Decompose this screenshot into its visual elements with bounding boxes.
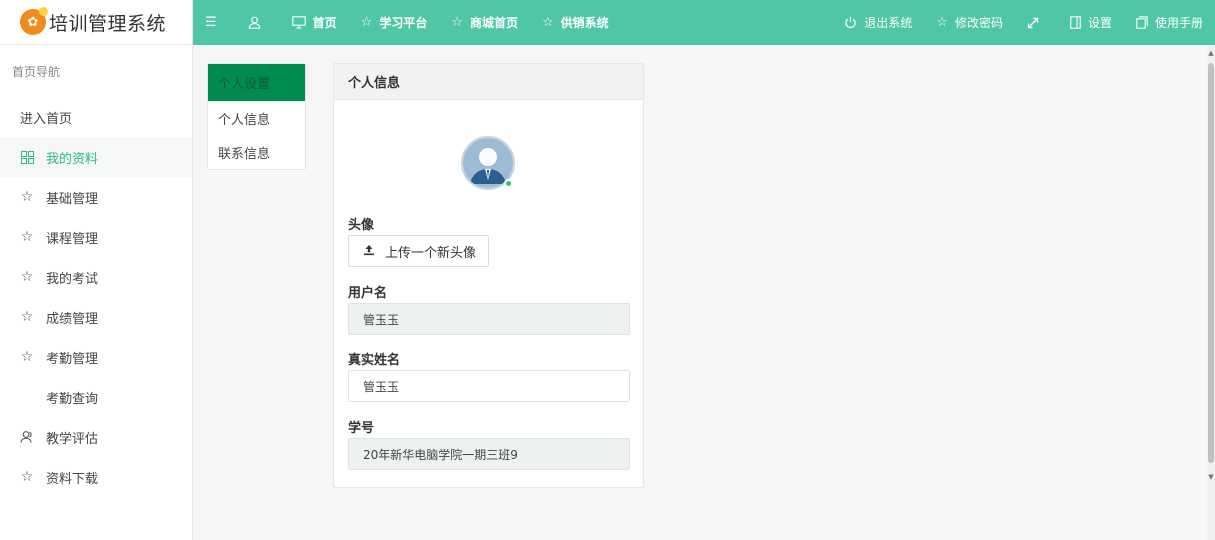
page-scrollbar[interactable]: ▲ ▼ xyxy=(1207,45,1215,540)
main-content: 个人设置 个人信息 联系信息 个人信息 头像 上传一个新头像 用户名 管玉玉 真… xyxy=(193,45,1215,540)
scroll-thumb[interactable] xyxy=(1208,63,1214,463)
sidebar-item-downloads[interactable]: ☆ 资料下载 xyxy=(0,457,192,497)
star-icon: ☆ xyxy=(20,349,34,365)
star-icon: ☆ xyxy=(542,15,554,30)
realname-field[interactable]: 管玉玉 xyxy=(348,370,630,402)
monitor-icon xyxy=(291,16,306,29)
top-navbar: ☰ 首页 ☆ 学习平台 ☆ 商城首页 ☆ 供销系统 退出系统 ☆ 修改密码 设置… xyxy=(193,0,1215,45)
sidebar-item-course-management[interactable]: ☆ 课程管理 xyxy=(0,217,192,257)
username-field[interactable]: 管玉玉 xyxy=(348,303,630,335)
sidebar-item-label: 我的资料 xyxy=(46,151,99,167)
personal-settings-menu: 个人设置 个人信息 联系信息 xyxy=(207,63,306,170)
upload-icon xyxy=(363,244,375,259)
student-id-field[interactable]: 20年新华电脑学院一期三班9 xyxy=(348,438,630,470)
app-logo[interactable]: ✿ 培训管理系统 xyxy=(0,0,192,45)
top-nav-right: 退出系统 ☆ 修改密码 设置 使用手册 xyxy=(832,0,1215,45)
sidebar-item-label: 考勤管理 xyxy=(46,351,99,367)
user-button[interactable] xyxy=(236,0,280,45)
top-nav-label: 商城首页 xyxy=(470,16,519,30)
power-icon xyxy=(844,16,857,29)
settings-button[interactable]: 设置 xyxy=(1058,0,1124,45)
star-icon: ☆ xyxy=(20,269,34,285)
top-nav-label: 退出系统 xyxy=(864,16,913,30)
scroll-up-icon[interactable]: ▲ xyxy=(1207,49,1215,57)
star-icon: ☆ xyxy=(936,15,948,30)
personal-info-panel: 个人信息 头像 上传一个新头像 用户名 管玉玉 真实姓名 管玉玉 学号 20年新… xyxy=(333,63,644,488)
star-icon: ☆ xyxy=(20,309,34,325)
top-nav-label: 使用手册 xyxy=(1154,16,1203,30)
sidebar-item-label: 课程管理 xyxy=(46,231,99,247)
menu-toggle-button[interactable]: ☰ xyxy=(193,0,236,45)
nav-header: 首页导航 xyxy=(12,65,61,79)
book-icon xyxy=(1136,16,1148,29)
top-nav-label: 首页 xyxy=(312,16,337,30)
top-nav-label: 供销系统 xyxy=(560,16,609,30)
sidebar-item-attendance-query[interactable]: 考勤查询 xyxy=(0,377,192,417)
top-nav-label: 修改密码 xyxy=(954,16,1003,30)
menu-icon: ☰ xyxy=(205,15,217,30)
sidebar-item-label: 我的考试 xyxy=(46,271,99,287)
upload-avatar-button[interactable]: 上传一个新头像 xyxy=(348,235,489,267)
sidebar-item-teaching-evaluation[interactable]: 教学评估 xyxy=(0,417,192,457)
realname-label: 真实姓名 xyxy=(348,353,401,368)
sidebar-item-label: 进入首页 xyxy=(20,111,73,127)
top-nav-label: 设置 xyxy=(1087,16,1112,30)
user-manual-button[interactable]: 使用手册 xyxy=(1124,0,1215,45)
avatar xyxy=(461,136,515,190)
logout-button[interactable]: 退出系统 xyxy=(832,0,924,45)
menu-item-contact-info[interactable]: 联系信息 xyxy=(208,135,305,169)
online-status-dot xyxy=(504,179,513,188)
sidebar-item-my-profile[interactable]: 我的资料 xyxy=(0,137,192,177)
personal-settings-header[interactable]: 个人设置 xyxy=(208,64,305,101)
scroll-down-icon[interactable]: ▼ xyxy=(1207,473,1215,481)
user-icon xyxy=(248,16,261,29)
avatar-label: 头像 xyxy=(348,218,375,233)
top-nav-mall-home[interactable]: ☆ 商城首页 xyxy=(439,0,530,45)
sidebar-item-attendance-management[interactable]: ☆ 考勤管理 xyxy=(0,337,192,377)
change-password-button[interactable]: ☆ 修改密码 xyxy=(924,0,1015,45)
sidebar-item-home[interactable]: 进入首页 xyxy=(0,97,192,137)
upload-avatar-label: 上传一个新头像 xyxy=(385,245,477,261)
menu-item-personal-info[interactable]: 个人信息 xyxy=(208,101,305,135)
star-icon: ☆ xyxy=(360,15,373,30)
panel-title: 个人信息 xyxy=(334,64,643,100)
fullscreen-button[interactable] xyxy=(1015,0,1058,45)
sidebar: ✿ 培训管理系统 首页导航 进入首页 我的资料 ☆ 基础管理 ☆ 课程管理 ☆ … xyxy=(0,0,193,540)
star-icon: ☆ xyxy=(451,15,463,30)
sidebar-item-label: 资料下载 xyxy=(46,471,99,487)
sidebar-item-basic-management[interactable]: ☆ 基础管理 xyxy=(0,177,192,217)
sidebar-item-label: 基础管理 xyxy=(46,191,99,207)
top-nav-home[interactable]: 首页 xyxy=(280,0,349,45)
star-icon: ☆ xyxy=(20,189,34,205)
fullscreen-icon xyxy=(1027,17,1039,29)
top-nav-label: 学习平台 xyxy=(379,16,428,30)
logo-icon: ✿ xyxy=(20,7,48,35)
sidebar-item-score-management[interactable]: ☆ 成绩管理 xyxy=(0,297,192,337)
sidebar-item-my-exams[interactable]: ☆ 我的考试 xyxy=(0,257,192,297)
grid-icon xyxy=(20,150,34,164)
app-title: 培训管理系统 xyxy=(49,12,167,35)
top-nav-learning-platform[interactable]: ☆ 学习平台 xyxy=(349,0,440,45)
sidebar-item-label: 考勤查询 xyxy=(46,391,99,407)
username-label: 用户名 xyxy=(348,286,388,301)
star-icon: ☆ xyxy=(20,229,34,245)
student-id-label: 学号 xyxy=(348,421,375,436)
sidebar-item-label: 成绩管理 xyxy=(46,311,99,327)
users-icon xyxy=(20,430,34,444)
panel-icon xyxy=(1070,16,1081,29)
sidebar-item-label: 教学评估 xyxy=(46,431,99,447)
top-nav-supply-system[interactable]: ☆ 供销系统 xyxy=(530,0,621,45)
star-icon: ☆ xyxy=(20,469,34,485)
